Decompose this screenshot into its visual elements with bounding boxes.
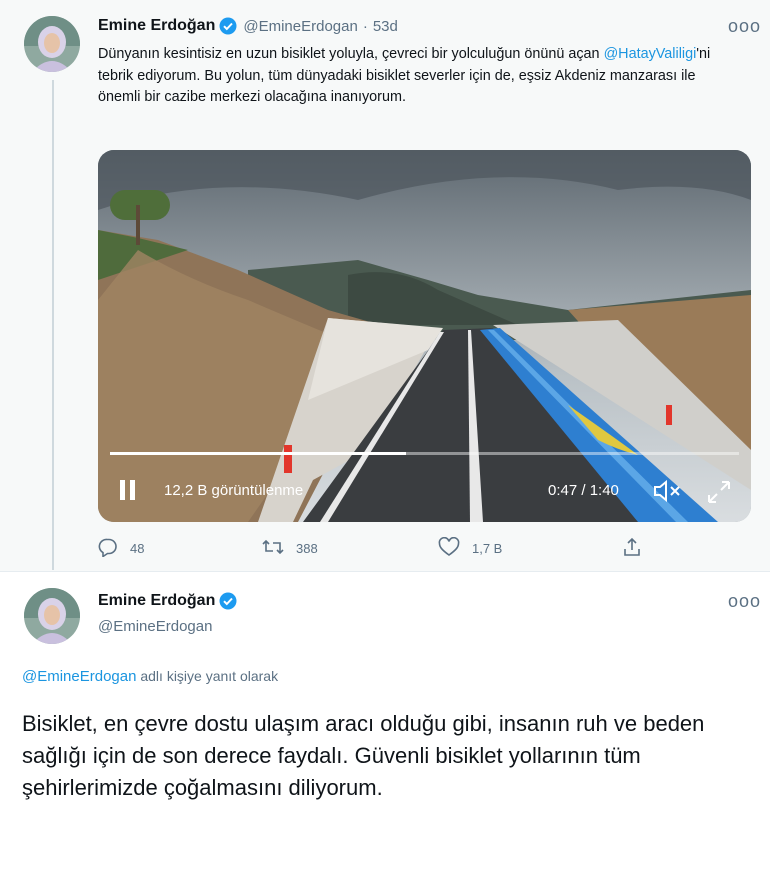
divider [0, 571, 770, 572]
like-count: 1,7 B [472, 541, 503, 556]
verified-badge-icon [219, 592, 237, 610]
author-handle[interactable]: @EmineErdogan [98, 618, 212, 635]
tweet1-header: Emine Erdoğan @EmineErdogan · 53d [98, 17, 398, 35]
reply-icon [98, 537, 118, 560]
avatar-image [24, 588, 80, 644]
video-timecode: 0:47 / 1:40 [548, 482, 619, 499]
tweet-timestamp[interactable]: 53d [373, 18, 398, 35]
retweet-icon [262, 537, 284, 560]
like-button[interactable]: 1,7 B [438, 536, 503, 560]
heart-icon [438, 536, 460, 560]
retweet-button[interactable]: 388 [262, 537, 318, 560]
reply-context: @EmineErdogan adlı kişiye yanıt olarak [22, 668, 278, 685]
author-name[interactable]: Emine Erdoğan [98, 592, 215, 610]
reply-context-label: adlı kişiye yanıt olarak [136, 668, 279, 684]
tweet1-text: Dünyanın kesintisiz en uzun bisiklet yol… [98, 44, 738, 109]
more-options-icon[interactable]: ooo [728, 591, 761, 612]
thread-line [52, 80, 54, 570]
retweet-count: 388 [296, 541, 318, 556]
verified-badge-icon [219, 17, 237, 35]
reply-count: 48 [130, 541, 145, 556]
author-handle[interactable]: @EmineErdogan [243, 18, 357, 35]
tweet2-text: Bisiklet, en çevre dostu ulaşım aracı ol… [22, 711, 705, 800]
avatar[interactable] [24, 588, 80, 644]
reply-mention-link[interactable]: @EmineErdogan [22, 668, 136, 685]
video-player[interactable]: 12,2 B görüntülenme 0:47 / 1:40 [98, 150, 751, 522]
video-progress-fill [110, 452, 406, 455]
author-name[interactable]: Emine Erdoğan [98, 17, 215, 35]
tweet-actions: 48 388 1,7 B [98, 536, 658, 560]
fullscreen-icon[interactable] [706, 479, 732, 510]
pause-icon[interactable] [120, 480, 138, 502]
mention-link[interactable]: @HatayValiligi [604, 46, 697, 62]
more-options-icon[interactable]: ooo [728, 16, 761, 37]
video-progress-bar[interactable] [110, 452, 739, 455]
mute-icon[interactable] [652, 479, 682, 508]
avatar[interactable] [24, 16, 80, 72]
reply-button[interactable]: 48 [98, 537, 144, 560]
avatar-image [24, 16, 80, 72]
tweet2-header: Emine Erdoğan [98, 592, 237, 610]
separator-dot: · [362, 17, 368, 35]
share-icon [622, 537, 642, 560]
tweet1-text-part1: Dünyanın kesintisiz en uzun bisiklet yol… [98, 46, 604, 62]
view-count: 12,2 B görüntülenme [164, 482, 304, 499]
video-controls: 12,2 B görüntülenme 0:47 / 1:40 [98, 462, 751, 522]
share-button[interactable] [622, 537, 642, 560]
